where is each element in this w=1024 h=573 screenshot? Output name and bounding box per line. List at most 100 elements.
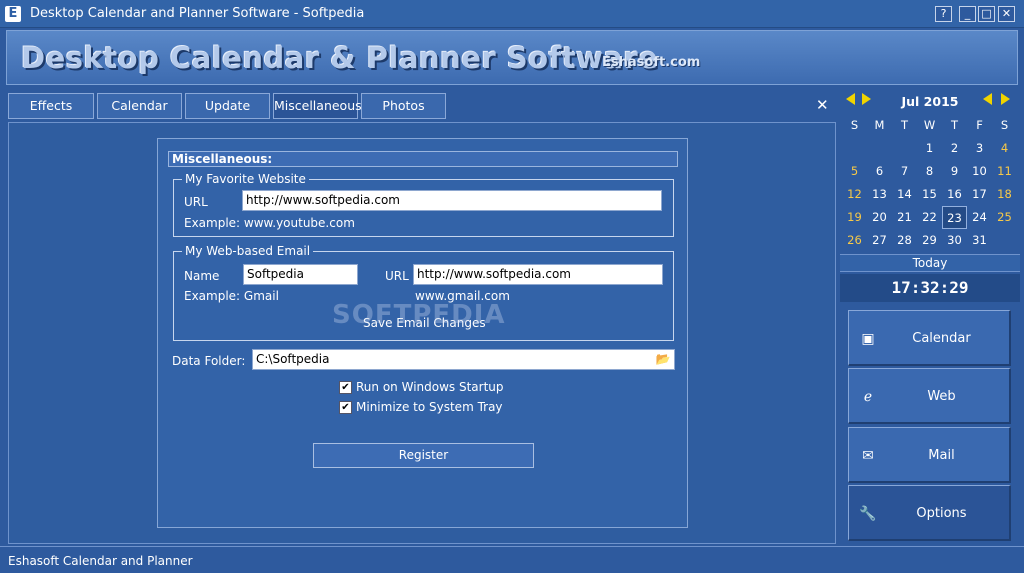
- weekday-header: T: [900, 118, 909, 132]
- calendar-day[interactable]: 5: [842, 160, 867, 183]
- calendar-day[interactable]: 14: [892, 183, 917, 206]
- prev-month-icon[interactable]: [862, 93, 871, 105]
- window-title: Desktop Calendar and Planner Software - …: [30, 6, 365, 21]
- title-bar: E Desktop Calendar and Planner Software …: [0, 0, 1024, 28]
- tab-effects[interactable]: Effects: [8, 93, 94, 119]
- mail-bird-icon: ✉: [862, 448, 874, 464]
- close-settings-icon[interactable]: ✕: [816, 96, 829, 114]
- banner-title: Desktop Calendar & Planner Software: [21, 41, 659, 75]
- prev-year-icon[interactable]: [846, 93, 855, 105]
- calendar-day[interactable]: 16: [942, 183, 967, 206]
- email-name-example: Example: Gmail: [184, 289, 279, 303]
- calendar-day[interactable]: 20: [867, 206, 892, 229]
- clock: 17:32:29: [840, 274, 1020, 302]
- calendar-day[interactable]: 30: [942, 229, 967, 252]
- calendar-day[interactable]: 7: [892, 160, 917, 183]
- run-on-startup-label: Run on Windows Startup: [356, 380, 504, 394]
- calendar-day[interactable]: 1: [917, 137, 942, 160]
- email-url-input[interactable]: http://www.softpedia.com: [413, 264, 663, 285]
- status-bar: Eshasoft Calendar and Planner: [0, 546, 1024, 573]
- next-year-icon[interactable]: [1001, 93, 1010, 105]
- nav-label: Options: [916, 506, 967, 521]
- softpedia-watermark: SOFTPEDIA: [332, 300, 506, 330]
- calendar-day[interactable]: 26: [842, 229, 867, 252]
- calendar-month: Jul 2015: [901, 94, 959, 109]
- internet-explorer-icon: ℯ: [863, 389, 873, 405]
- weekday-header: W: [923, 118, 936, 132]
- nav-mail-button[interactable]: ✉ Mail: [848, 427, 1011, 483]
- calendar-card-icon: ▣: [861, 331, 875, 347]
- calendar-day[interactable]: 6: [867, 160, 892, 183]
- calendar-day-today[interactable]: 23: [942, 206, 967, 229]
- minimize-to-tray-checkbox[interactable]: ✔: [339, 401, 352, 414]
- status-text: Eshasoft Calendar and Planner: [8, 554, 193, 568]
- calendar-day[interactable]: 3: [967, 137, 992, 160]
- miscellaneous-panel: Miscellaneous: My Favorite Website URL h…: [157, 138, 688, 528]
- calendar-day[interactable]: 27: [867, 229, 892, 252]
- calendar-day[interactable]: 17: [967, 183, 992, 206]
- wrench-icon: 🔧: [859, 506, 877, 522]
- calendar-day[interactable]: 4: [992, 137, 1017, 160]
- tab-photos[interactable]: Photos: [361, 93, 446, 119]
- calendar-day[interactable]: 21: [892, 206, 917, 229]
- right-sidebar: Jul 2015 S M T W T F S 1 2 3 4 5 6 7 8 9 10 11 12 13 14 15 16 1…: [840, 86, 1020, 544]
- weekday-header: M: [874, 118, 885, 132]
- next-month-icon[interactable]: [983, 93, 992, 105]
- favorite-website-group: My Favorite Website URL http://www.softp…: [173, 172, 674, 237]
- nav-calendar-button[interactable]: ▣ Calendar: [848, 310, 1011, 366]
- calendar-day[interactable]: 25: [992, 206, 1017, 229]
- calendar-day[interactable]: 10: [967, 160, 992, 183]
- email-url-label: URL: [385, 269, 409, 283]
- minimize-to-tray-label: Minimize to System Tray: [356, 400, 503, 414]
- calendar-day[interactable]: 12: [842, 183, 867, 206]
- calendar-day[interactable]: 8: [917, 160, 942, 183]
- settings-area: Miscellaneous: My Favorite Website URL h…: [8, 122, 836, 544]
- tab-miscellaneous[interactable]: Miscellaneous: [273, 93, 362, 119]
- app-banner: Desktop Calendar & Planner Software Esha…: [6, 30, 1018, 85]
- calendar-day[interactable]: 2: [942, 137, 967, 160]
- calendar-day[interactable]: 18: [992, 183, 1017, 206]
- website-example: Example: www.youtube.com: [184, 216, 355, 230]
- calendar-header: Jul 2015: [840, 90, 1020, 112]
- data-folder-value: C:\Softpedia: [256, 352, 330, 366]
- weekday-header: S: [1000, 118, 1009, 132]
- calendar-day[interactable]: 15: [917, 183, 942, 206]
- minimize-button[interactable]: _: [959, 6, 976, 22]
- today-button[interactable]: Today: [840, 254, 1020, 272]
- nav-label: Calendar: [912, 331, 971, 346]
- folder-open-icon[interactable]: 📂: [654, 351, 672, 368]
- calendar-day[interactable]: 31: [967, 229, 992, 252]
- register-button[interactable]: Register: [313, 443, 534, 468]
- calendar-day[interactable]: 9: [942, 160, 967, 183]
- email-name-label: Name: [184, 269, 220, 283]
- close-window-button[interactable]: ✕: [998, 6, 1015, 22]
- website-url-input[interactable]: http://www.softpedia.com: [242, 190, 662, 211]
- website-url-label: URL: [184, 195, 208, 209]
- help-button[interactable]: ?: [935, 6, 952, 22]
- nav-options-button[interactable]: 🔧 Options: [848, 485, 1011, 541]
- banner-subtitle: Eshasoft.com: [602, 55, 701, 70]
- calendar-day[interactable]: 19: [842, 206, 867, 229]
- calendar-day[interactable]: 22: [917, 206, 942, 229]
- nav-label: Mail: [928, 448, 955, 463]
- tab-update[interactable]: Update: [185, 93, 270, 119]
- calendar-day[interactable]: 24: [967, 206, 992, 229]
- weekday-header: S: [850, 118, 859, 132]
- calendar-day[interactable]: 13: [867, 183, 892, 206]
- data-folder-label: Data Folder:: [172, 354, 246, 368]
- calendar-day[interactable]: 29: [917, 229, 942, 252]
- data-folder-input[interactable]: C:\Softpedia 📂: [252, 349, 675, 370]
- weekday-header: F: [976, 118, 983, 132]
- calendar-day[interactable]: 28: [892, 229, 917, 252]
- calendar-day[interactable]: 11: [992, 160, 1017, 183]
- group-title: My Favorite Website: [182, 172, 309, 186]
- nav-label: Web: [927, 389, 956, 404]
- weekday-header: T: [950, 118, 959, 132]
- section-header: Miscellaneous:: [168, 151, 678, 167]
- run-on-startup-checkbox[interactable]: ✔: [339, 381, 352, 394]
- nav-web-button[interactable]: ℯ Web: [848, 368, 1011, 424]
- maximize-button[interactable]: □: [978, 6, 995, 22]
- group-title: My Web-based Email: [182, 244, 314, 258]
- email-name-input[interactable]: Softpedia: [243, 264, 358, 285]
- tab-calendar[interactable]: Calendar: [97, 93, 182, 119]
